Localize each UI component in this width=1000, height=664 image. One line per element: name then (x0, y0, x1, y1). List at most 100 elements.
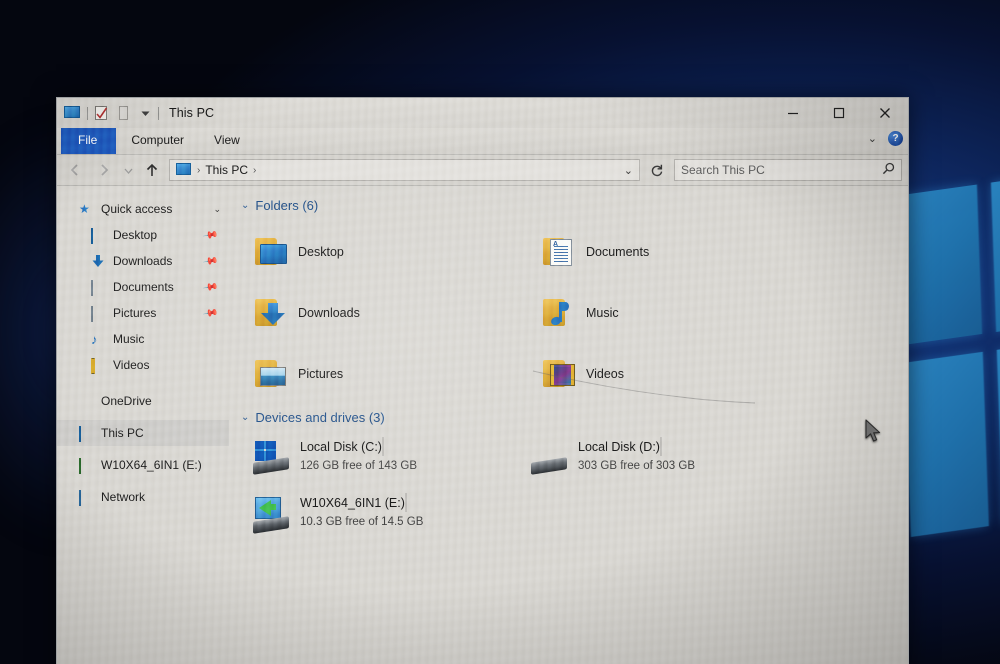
sidebar-item-downloads[interactable]: Downloads 📌 (57, 248, 229, 274)
drive-usage-bar (404, 493, 407, 512)
drive-name: Local Disk (D:) (578, 440, 660, 454)
chevron-down-icon[interactable]: ⌄ (241, 200, 249, 211)
sidebar-item-desktop[interactable]: Desktop 📌 (57, 222, 229, 248)
sidebar-item-music[interactable]: ♪ Music (57, 326, 229, 352)
tab-view[interactable]: View (199, 128, 255, 154)
breadcrumb-item-this-pc[interactable]: This PC (205, 163, 248, 177)
group-header-label: Folders (6) (255, 198, 319, 213)
navigation-pane[interactable]: ★ Quick access ⌄ Desktop 📌 Downloads 📌 D… (57, 186, 229, 664)
drives-tile-grid[interactable]: Local Disk (C:) 126 GB free of 143 GB Lo… (237, 433, 908, 545)
back-button[interactable] (63, 159, 87, 181)
this-pc-icon[interactable] (64, 105, 81, 121)
window-controls[interactable] (770, 98, 908, 128)
sidebar-item-label: Music (113, 332, 145, 346)
picture-icon (91, 305, 106, 322)
this-pc-icon[interactable] (176, 163, 192, 177)
pin-icon[interactable]: 📌 (202, 279, 219, 295)
folder-documents-icon: A (541, 237, 577, 267)
folder-tile-label: Downloads (298, 305, 360, 320)
breadcrumb-dropdown-icon[interactable]: ⌄ (624, 164, 633, 177)
drive-tile-local-disk-d[interactable]: Local Disk (D:) 303 GB free of 303 GB (515, 433, 793, 489)
music-icon: ♪ (91, 331, 98, 347)
folder-tile-label: Documents (586, 244, 650, 259)
sidebar-item-network[interactable]: Network (57, 484, 229, 510)
breadcrumb-right-controls[interactable]: ⌄ (624, 164, 636, 177)
this-pc-icon (79, 425, 94, 442)
folder-tile-desktop[interactable]: Desktop (237, 221, 525, 282)
explorer-body: ★ Quick access ⌄ Desktop 📌 Downloads 📌 D… (57, 186, 908, 664)
folder-tile-downloads[interactable]: Downloads (237, 282, 525, 343)
sidebar-item-label: Downloads (113, 254, 173, 268)
rename-icon[interactable] (117, 105, 134, 121)
folders-tile-grid[interactable]: Desktop A Documents Downloads Music Pict… (237, 221, 908, 404)
windows-wallpaper-logo (898, 166, 1000, 544)
ribbon-tab-strip[interactable]: File Computer View ⌄ ? (57, 128, 908, 155)
customize-dropdown-icon[interactable] (140, 106, 152, 121)
drive-free-space: 126 GB free of 143 GB (300, 460, 417, 472)
folder-desktop-icon (253, 237, 289, 267)
address-bar-row[interactable]: › This PC › ⌄ Search This PC (57, 155, 908, 186)
title-bar[interactable]: This PC (57, 98, 908, 128)
drive-name: Local Disk (C:) (300, 440, 382, 454)
folder-tile-documents[interactable]: A Documents (525, 221, 813, 282)
pin-icon[interactable]: 📌 (202, 253, 219, 269)
sidebar-item-documents[interactable]: Documents 📌 (57, 274, 229, 300)
folder-tile-label: Pictures (298, 366, 344, 381)
quick-access-toolbar[interactable] (64, 105, 159, 121)
chevron-down-icon[interactable]: ⌄ (213, 204, 221, 215)
drive-tile-w10x64-e[interactable]: W10X64_6IN1 (E:) 10.3 GB free of 14.5 GB (237, 489, 515, 545)
tab-computer[interactable]: Computer (116, 128, 199, 154)
breadcrumb-bar[interactable]: › This PC › ⌄ (169, 159, 640, 181)
close-button[interactable] (862, 98, 908, 128)
folder-tile-videos[interactable]: Videos (525, 343, 813, 404)
breadcrumb-separator: › (197, 164, 201, 176)
help-icon[interactable]: ? (888, 131, 903, 146)
cloud-icon (79, 395, 94, 408)
drive-tile-local-disk-c[interactable]: Local Disk (C:) 126 GB free of 143 GB (237, 433, 515, 489)
refresh-button[interactable] (645, 159, 669, 181)
pin-icon[interactable]: 📌 (202, 227, 219, 243)
search-input[interactable]: Search This PC (681, 163, 882, 177)
sidebar-item-pictures[interactable]: Pictures 📌 (57, 300, 229, 326)
sidebar-item-label: W10X64_6IN1 (E:) (101, 458, 202, 472)
sidebar-group-quick-access[interactable]: ★ Quick access ⌄ (57, 196, 229, 222)
sidebar-item-this-pc[interactable]: This PC (57, 420, 229, 446)
folder-videos-icon (541, 359, 577, 389)
recent-locations-button[interactable] (121, 159, 135, 181)
sidebar-item-videos[interactable]: Videos (57, 352, 229, 378)
content-pane[interactable]: ⌄ Folders (6) Desktop A Documents Downlo… (229, 186, 908, 664)
group-header-devices[interactable]: ⌄ Devices and drives (3) (237, 410, 908, 425)
sidebar-group-label: Quick access (101, 202, 173, 216)
folder-tile-music[interactable]: Music (525, 282, 813, 343)
sidebar-item-label: Network (101, 490, 146, 504)
minimize-button[interactable] (770, 98, 816, 128)
pin-icon[interactable]: 📌 (202, 305, 219, 321)
properties-icon[interactable] (94, 105, 111, 121)
group-header-folders[interactable]: ⌄ Folders (6) (237, 198, 908, 213)
tab-file[interactable]: File (61, 128, 117, 154)
usb-drive-icon (253, 497, 291, 534)
toolbar-divider-2 (158, 106, 159, 120)
ribbon-right-controls[interactable]: ⌄ ? (868, 131, 903, 146)
drive-free-space: 10.3 GB free of 14.5 GB (300, 516, 424, 528)
folder-tile-label: Videos (586, 366, 624, 381)
sidebar-item-w10x64-drive[interactable]: W10X64_6IN1 (E:) (57, 452, 229, 478)
breadcrumb-separator-2[interactable]: › (253, 165, 256, 176)
window-title: This PC (169, 106, 215, 120)
windows-drive-icon (253, 441, 291, 475)
search-box[interactable]: Search This PC (674, 159, 902, 181)
drive-free-space: 303 GB free of 303 GB (578, 460, 695, 472)
up-button[interactable] (140, 159, 164, 181)
sidebar-item-onedrive[interactable]: OneDrive (57, 388, 229, 414)
folder-tile-label: Desktop (298, 244, 344, 259)
chevron-down-icon[interactable]: ⌄ (241, 412, 249, 423)
maximize-button[interactable] (816, 98, 862, 128)
file-explorer-window: This PC File Computer View ⌄ ? › This PC… (56, 97, 909, 664)
chevron-down-icon[interactable]: ⌄ (868, 132, 877, 145)
sidebar-item-label: This PC (101, 426, 144, 440)
folder-pictures-icon (253, 359, 289, 389)
folder-tile-pictures[interactable]: Pictures (237, 343, 525, 404)
usb-drive-icon (79, 457, 94, 474)
forward-button[interactable] (92, 159, 116, 181)
search-icon[interactable] (882, 162, 895, 178)
